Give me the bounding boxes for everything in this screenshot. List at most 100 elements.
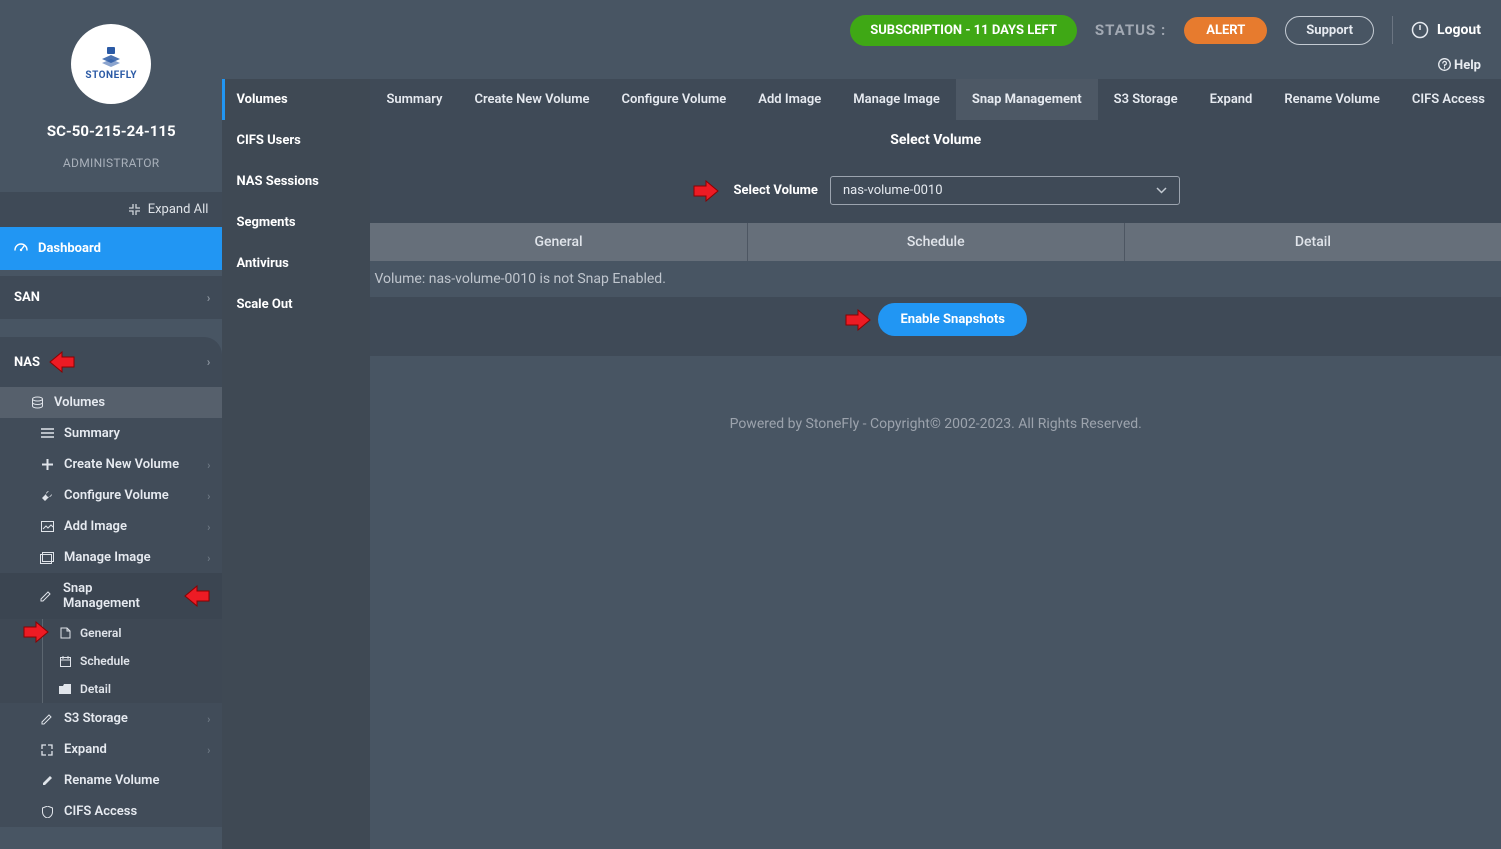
- sidebar-item-label: Snap Management: [63, 581, 165, 611]
- subscription-badge[interactable]: SUBSCRIPTION - 11 DAYS LEFT: [850, 15, 1077, 46]
- tab-label: Snap Management: [972, 92, 1082, 107]
- select-volume-label: Select Volume: [734, 183, 818, 198]
- tab-configure-volume[interactable]: Configure Volume: [606, 79, 743, 120]
- chevron-right-icon: ›: [207, 743, 210, 756]
- volume-select[interactable]: nas-volume-0010: [830, 176, 1180, 205]
- tab-expand[interactable]: Expand: [1194, 79, 1269, 120]
- database-icon: [30, 396, 44, 410]
- sidebar-item-cifs-access[interactable]: CIFS Access: [0, 796, 222, 827]
- brand-logo: STONEFLY: [0, 0, 222, 104]
- sidebar-item-label: CIFS Access: [64, 804, 137, 819]
- secnav-item-scale-out[interactable]: Scale Out: [222, 284, 370, 325]
- tab-label: Rename Volume: [1284, 92, 1379, 107]
- sidebar-item-label: Rename Volume: [64, 773, 159, 788]
- tab-snap-management[interactable]: Snap Management: [956, 79, 1098, 120]
- secondary-nav: Volumes CIFS Users NAS Sessions Segments…: [222, 79, 370, 849]
- sidebar-item-snap-management[interactable]: Snap Management: [0, 573, 222, 619]
- logout-label: Logout: [1437, 22, 1481, 38]
- sidebar-item-summary[interactable]: Summary: [0, 418, 222, 449]
- sidebar-item-label: Configure Volume: [64, 488, 169, 503]
- tab-s3-storage[interactable]: S3 Storage: [1098, 79, 1194, 120]
- subtabs: General Schedule Detail: [370, 223, 1501, 261]
- sidebar-item-label: General: [80, 626, 121, 640]
- sidebar: STONEFLY SC-50-215-24-115 ADMINISTRATOR …: [0, 0, 222, 849]
- chevron-right-icon: ›: [207, 520, 210, 533]
- secnav-item-nas-sessions[interactable]: NAS Sessions: [222, 161, 370, 202]
- sidebar-item-expand[interactable]: Expand ›: [0, 734, 222, 765]
- secnav-item-segments[interactable]: Segments: [222, 202, 370, 243]
- tab-summary[interactable]: Summary: [370, 79, 458, 120]
- subtab-schedule[interactable]: Schedule: [748, 223, 1125, 261]
- sidebar-item-volumes[interactable]: Volumes: [0, 387, 222, 418]
- tab-label: CIFS Access: [1412, 92, 1485, 107]
- sidebar-item-rename-volume[interactable]: Rename Volume: [0, 765, 222, 796]
- sidebar-item-add-image[interactable]: Add Image ›: [0, 511, 222, 542]
- annotation-arrow: [181, 585, 209, 607]
- sidebar-item-label: SAN: [14, 290, 40, 305]
- folder-icon: [58, 682, 72, 696]
- sidebar-item-schedule[interactable]: Schedule: [0, 647, 222, 675]
- tab-manage-image[interactable]: Manage Image: [837, 79, 956, 120]
- tab-create-new-volume[interactable]: Create New Volume: [458, 79, 605, 120]
- tab-label: Manage Image: [853, 92, 940, 107]
- sidebar-item-s3-storage[interactable]: S3 Storage ›: [0, 703, 222, 734]
- alert-badge[interactable]: ALERT: [1184, 17, 1267, 44]
- footer-copyright: Powered by StoneFly - Copyright© 2002-20…: [370, 356, 1501, 492]
- subtab-general[interactable]: General: [370, 223, 747, 261]
- sidebar-item-detail[interactable]: Detail: [0, 675, 222, 703]
- tab-label: S3 Storage: [1114, 92, 1178, 107]
- secnav-label: Scale Out: [236, 297, 292, 312]
- chevron-right-icon: ›: [207, 712, 210, 725]
- sidebar-item-general[interactable]: General: [0, 619, 222, 647]
- support-button[interactable]: Support: [1285, 16, 1374, 45]
- annotation-arrow: [692, 180, 722, 202]
- tab-label: Create New Volume: [474, 92, 589, 107]
- sidebar-item-san[interactable]: SAN ›: [0, 276, 222, 319]
- stonefly-logo-icon: [98, 47, 124, 67]
- image-icon: [40, 520, 54, 534]
- help-link[interactable]: Help: [222, 58, 1501, 73]
- sidebar-item-label: Expand: [64, 742, 107, 757]
- sidebar-item-nas[interactable]: NAS ›: [0, 337, 222, 387]
- sidebar-item-create-volume[interactable]: Create New Volume ›: [0, 449, 222, 480]
- hostname: SC-50-215-24-115: [0, 122, 222, 140]
- enable-snapshots-button[interactable]: Enable Snapshots: [878, 303, 1027, 336]
- select-value: nas-volume-0010: [843, 183, 943, 198]
- chevron-down-icon: [1156, 187, 1167, 194]
- user-role: ADMINISTRATOR: [0, 156, 222, 170]
- images-icon: [40, 551, 54, 565]
- tab-rename-volume[interactable]: Rename Volume: [1268, 79, 1395, 120]
- logo-circle: STONEFLY: [71, 24, 151, 104]
- secnav-label: CIFS Users: [236, 133, 300, 148]
- sidebar-item-manage-image[interactable]: Manage Image ›: [0, 542, 222, 573]
- plus-icon: [40, 458, 54, 472]
- topbar: SUBSCRIPTION - 11 DAYS LEFT STATUS : ALE…: [222, 0, 1501, 60]
- sidebar-item-configure-volume[interactable]: Configure Volume ›: [0, 480, 222, 511]
- chevron-right-icon: ›: [207, 458, 210, 471]
- secnav-item-volumes[interactable]: Volumes: [222, 79, 370, 120]
- wrench-icon: [40, 489, 54, 503]
- chevron-right-icon: ›: [207, 489, 210, 502]
- subtab-detail[interactable]: Detail: [1125, 223, 1501, 261]
- tab-cifs-access[interactable]: CIFS Access: [1396, 79, 1501, 120]
- help-icon: [1438, 58, 1451, 71]
- logout-button[interactable]: Logout: [1411, 21, 1481, 39]
- sidebar-item-label: S3 Storage: [64, 711, 128, 726]
- tab-add-image[interactable]: Add Image: [742, 79, 837, 120]
- subtab-label: Detail: [1295, 234, 1331, 250]
- chevron-right-icon: ›: [207, 355, 211, 369]
- help-label: Help: [1454, 58, 1481, 73]
- dashboard-icon: [14, 242, 28, 256]
- sidebar-item-label: Manage Image: [64, 550, 151, 565]
- expand-all-button[interactable]: Expand All: [0, 192, 222, 227]
- tab-label: Summary: [386, 92, 442, 107]
- secnav-item-antivirus[interactable]: Antivirus: [222, 243, 370, 284]
- tab-label: Expand: [1210, 92, 1253, 107]
- secnav-item-cifs-users[interactable]: CIFS Users: [222, 120, 370, 161]
- sidebar-item-label: Volumes: [54, 395, 105, 410]
- sidebar-item-label: Detail: [80, 682, 111, 696]
- sidebar-item-label: Summary: [64, 426, 120, 441]
- sidebar-item-dashboard[interactable]: Dashboard: [0, 227, 222, 270]
- brand-name: STONEFLY: [85, 70, 137, 81]
- shield-icon: [40, 805, 54, 819]
